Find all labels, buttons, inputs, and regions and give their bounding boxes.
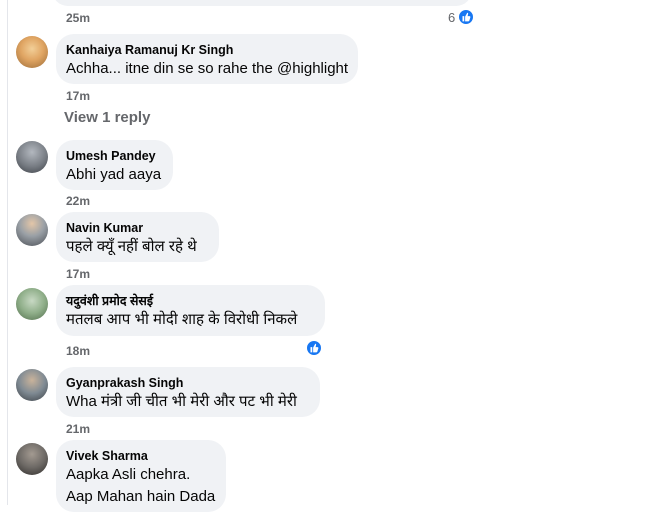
view-replies-link[interactable]: View 1 reply xyxy=(64,109,150,126)
comment-text: मतलब आप भी मोदी शाह के विरोधी निकले xyxy=(66,311,298,328)
comment-text: Aapka Asli chehra. xyxy=(66,466,191,483)
comment-bubble: यदुवंशी प्रमोद सेसई मतलब आप भी मोदी शाह … xyxy=(56,285,325,336)
comment-author[interactable]: Kanhaiya Ramanuj Kr Singh xyxy=(66,42,346,58)
comment-bubble: Umesh Pandey Abhi yad aaya xyxy=(56,140,173,190)
comment-author[interactable]: Gyanprakash Singh xyxy=(66,375,308,391)
avatar[interactable] xyxy=(16,443,48,475)
previous-comment-bubble xyxy=(52,0,472,6)
comment-bubble: Vivek Sharma Aapka Asli chehra. Aap Maha… xyxy=(56,440,226,512)
comment-timestamp[interactable]: 17m xyxy=(66,267,90,281)
comment-timestamp[interactable]: 25m xyxy=(66,11,90,25)
comment-text: पहले क्यूँ नहीं बोल रहे थे xyxy=(66,238,197,255)
comment-timestamp[interactable]: 18m xyxy=(66,344,90,358)
comment-bubble: Gyanprakash Singh Wha मंत्री जी चीत भी म… xyxy=(56,367,320,417)
comment-author[interactable]: यदुवंशी प्रमोद सेसई xyxy=(66,293,313,309)
comment-author[interactable]: Navin Kumar xyxy=(66,220,207,236)
comment-timestamp[interactable]: 21m xyxy=(66,422,90,436)
reaction-count[interactable]: 6 xyxy=(448,10,455,25)
avatar[interactable] xyxy=(16,214,48,246)
comment-bubble: Kanhaiya Ramanuj Kr Singh Achha... itne … xyxy=(56,34,358,84)
avatar[interactable] xyxy=(16,369,48,401)
comment-text: Achha... itne din se so rahe the @highli… xyxy=(66,60,349,77)
comment-author[interactable]: Umesh Pandey xyxy=(66,148,161,164)
comment-timestamp[interactable]: 17m xyxy=(66,89,90,103)
avatar[interactable] xyxy=(16,36,48,68)
comment-author[interactable]: Vivek Sharma xyxy=(66,448,214,464)
like-reaction-icon[interactable] xyxy=(305,339,323,357)
comment-bubble: Navin Kumar पहले क्यूँ नहीं बोल रहे थे xyxy=(56,212,219,262)
comments-feed: 25m 6 Kanhaiya Ramanuj Kr Singh Achha...… xyxy=(0,0,671,512)
comment-text: Abhi yad aaya xyxy=(66,166,162,183)
comment-timestamp[interactable]: 22m xyxy=(66,194,90,208)
thread-line xyxy=(7,0,8,505)
avatar[interactable] xyxy=(16,288,48,320)
like-reaction-icon[interactable] xyxy=(457,8,475,26)
avatar[interactable] xyxy=(16,141,48,173)
comment-text: Wha मंत्री जी चीत भी मेरी और पट भी मेरी xyxy=(66,393,297,410)
